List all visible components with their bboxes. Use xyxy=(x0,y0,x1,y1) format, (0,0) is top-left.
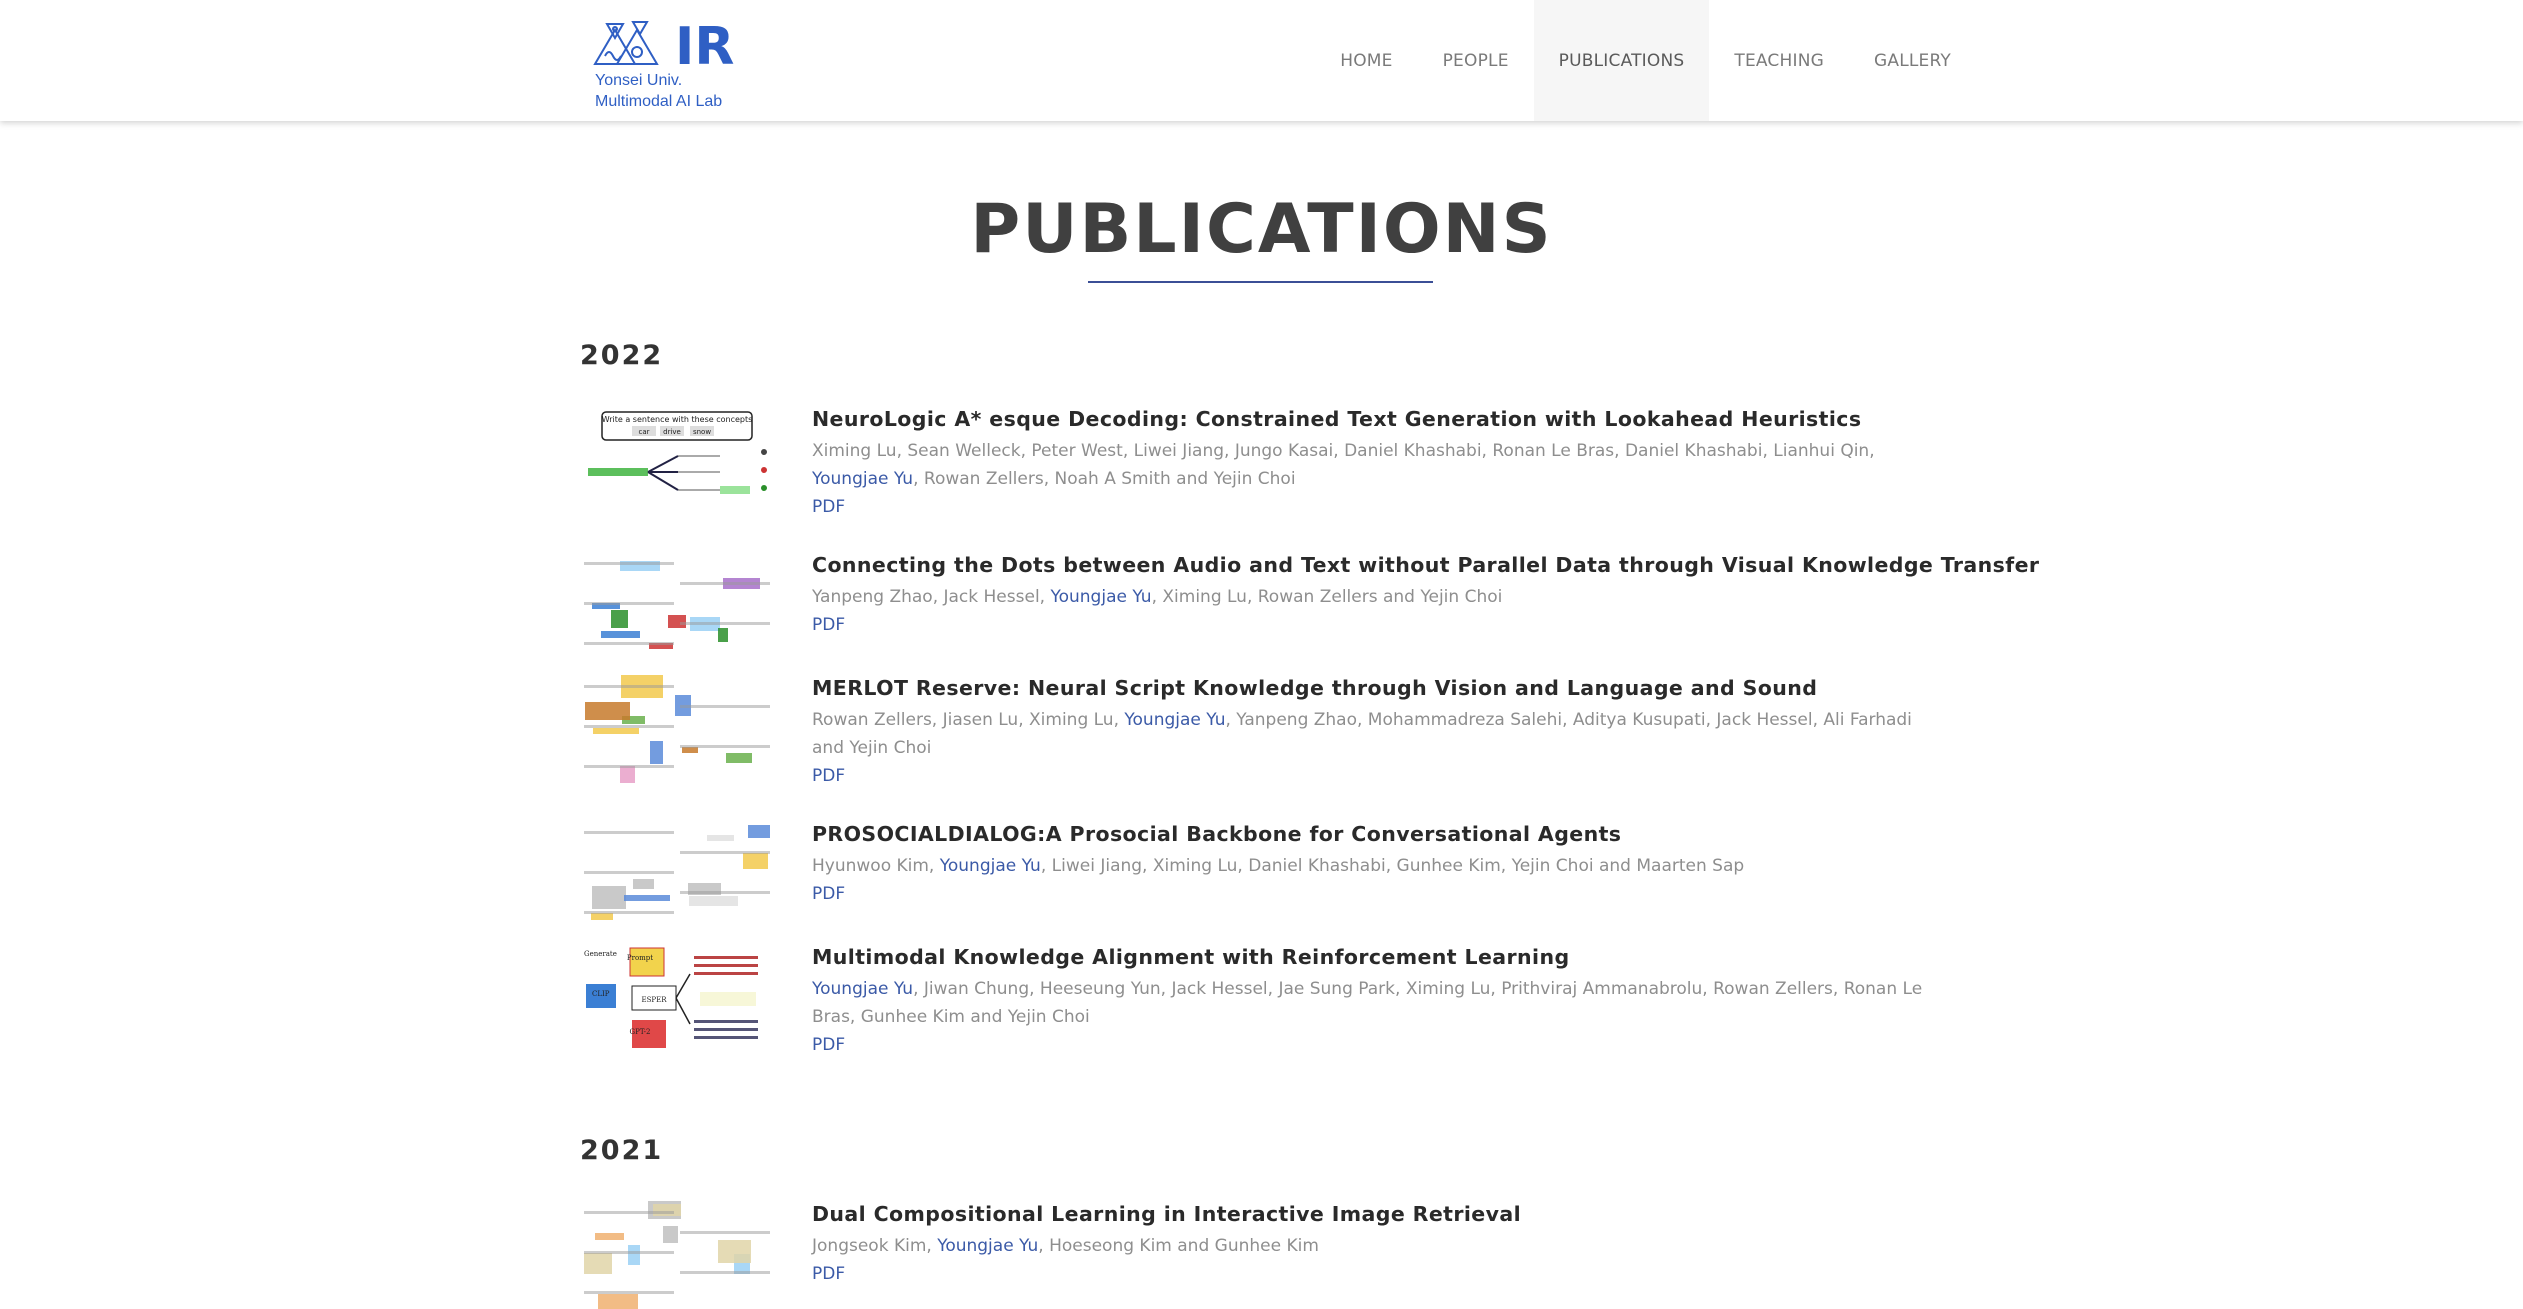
publication-thumbnail[interactable] xyxy=(580,821,776,929)
svg-text:snow: snow xyxy=(693,428,711,436)
publication-title: Multimodal Knowledge Alignment with Rein… xyxy=(812,945,1570,969)
svg-text:Prompt: Prompt xyxy=(627,954,653,962)
publication-thumbnail[interactable] xyxy=(580,1201,776,1309)
publication-details: Multimodal Knowledge Alignment with Rein… xyxy=(812,944,1940,1059)
nav-item-home[interactable]: HOME xyxy=(1315,0,1417,121)
site-header: IR Yonsei Univ. Multimodal AI Lab HOME PE… xyxy=(0,0,2523,121)
logo-triangles-icon: IR xyxy=(593,17,734,70)
year-heading: 2021 xyxy=(580,1135,664,1166)
thumbnail-figure xyxy=(584,825,770,920)
author-list-text: , Jiwan Chung, Heeseung Yun, Jack Hessel… xyxy=(812,979,1923,1027)
lab-name-line2: Multimodal AI Lab xyxy=(595,93,723,110)
author-list-text: Jongseok Kim, xyxy=(812,1236,938,1256)
publication-title: MERLOT Reserve: Neural Script Knowledge … xyxy=(812,676,1818,700)
pdf-link[interactable]: PDF xyxy=(812,762,845,790)
lab-logo[interactable]: IR Yonsei Univ. Multimodal AI Lab xyxy=(593,14,743,114)
author-list-text: , Hoeseong Kim and Gunhee Kim xyxy=(1038,1236,1319,1256)
publication-details: Connecting the Dots between Audio and Te… xyxy=(812,552,2040,639)
publication-details: Dual Compositional Learning in Interacti… xyxy=(812,1201,1940,1288)
lab-name-line1: Yonsei Univ. xyxy=(595,72,683,89)
nav-item-teaching[interactable]: TEACHING xyxy=(1709,0,1849,121)
publication-details: MERLOT Reserve: Neural Script Knowledge … xyxy=(812,675,1940,790)
highlighted-author[interactable]: Youngjae Yu xyxy=(1050,587,1151,607)
nav-item-people[interactable]: PEOPLE xyxy=(1418,0,1534,121)
pdf-link[interactable]: PDF xyxy=(812,1260,845,1288)
pdf-link[interactable]: PDF xyxy=(812,1031,845,1059)
publication-authors: Youngjae Yu, Jiwan Chung, Heeseung Yun, … xyxy=(812,975,1940,1031)
thumbnail-figure: Generate Prompt ESPER CLIP GPT-2 xyxy=(584,947,758,1048)
author-list-text: , Rowan Zellers, Noah A Smith and Yejin … xyxy=(913,469,1296,489)
svg-text:Write a sentence with these co: Write a sentence with these concepts xyxy=(602,415,753,424)
pdf-link[interactable]: PDF xyxy=(812,611,845,639)
publication-thumbnail[interactable]: Generate Prompt ESPER CLIP GPT-2 xyxy=(580,944,776,1052)
author-list-text: Hyunwoo Kim, xyxy=(812,856,940,876)
svg-text:Generate: Generate xyxy=(584,950,617,958)
svg-text:IR: IR xyxy=(675,17,734,70)
publication-title: NeuroLogic A* esque Decoding: Constraine… xyxy=(812,407,1862,431)
svg-text:CLIP: CLIP xyxy=(592,990,610,998)
year-heading: 2022 xyxy=(580,340,664,371)
nav-item-publications[interactable]: PUBLICATIONS xyxy=(1533,0,1710,121)
pdf-link[interactable]: PDF xyxy=(812,880,845,908)
highlighted-author[interactable]: Youngjae Yu xyxy=(937,1236,1038,1256)
publication-thumbnail[interactable] xyxy=(580,675,776,783)
author-list-text: Ximing Lu, Sean Welleck, Peter West, Liw… xyxy=(812,441,1875,461)
author-list-text: , Liwei Jiang, Ximing Lu, Daniel Khashab… xyxy=(1040,856,1745,876)
publication-details: PROSOCIALDIALOG:A Prosocial Backbone for… xyxy=(812,821,1940,908)
author-list-text: Yanpeng Zhao, Jack Hessel, xyxy=(812,587,1051,607)
svg-text:ESPER: ESPER xyxy=(642,996,668,1004)
svg-text:GPT-2: GPT-2 xyxy=(630,1028,651,1036)
highlighted-author[interactable]: Youngjae Yu xyxy=(812,979,913,999)
nav-item-gallery[interactable]: GALLERY xyxy=(1849,0,1976,121)
publication-authors: Hyunwoo Kim, Youngjae Yu, Liwei Jiang, X… xyxy=(812,852,1940,880)
main-nav: HOME PEOPLE PUBLICATIONS TEACHING GALLERY xyxy=(1315,0,1976,121)
thumbnail-figure xyxy=(584,1201,770,1309)
svg-text:drive: drive xyxy=(663,428,681,436)
thumbnail-figure xyxy=(584,561,770,649)
publication-title: Dual Compositional Learning in Interacti… xyxy=(812,1202,1522,1226)
pdf-link[interactable]: PDF xyxy=(812,493,845,521)
highlighted-author[interactable]: Youngjae Yu xyxy=(1124,710,1225,730)
author-list-text: Rowan Zellers, Jiasen Lu, Ximing Lu, xyxy=(812,710,1125,730)
author-list-text: , Ximing Lu, Rowan Zellers and Yejin Cho… xyxy=(1151,587,1503,607)
publication-authors: Rowan Zellers, Jiasen Lu, Ximing Lu, You… xyxy=(812,706,1940,762)
publication-title: Connecting the Dots between Audio and Te… xyxy=(812,553,2040,577)
thumbnail-figure xyxy=(584,675,770,783)
lab-name: Yonsei Univ. Multimodal AI Lab xyxy=(595,70,722,112)
publication-thumbnail[interactable] xyxy=(580,552,776,660)
highlighted-author[interactable]: Youngjae Yu xyxy=(812,469,913,489)
publication-authors: Jongseok Kim, Youngjae Yu, Hoeseong Kim … xyxy=(812,1232,1940,1260)
publication-title: PROSOCIALDIALOG:A Prosocial Backbone for… xyxy=(812,822,1622,846)
highlighted-author[interactable]: Youngjae Yu xyxy=(940,856,1041,876)
publication-thumbnail[interactable]: Write a sentence with these concepts car d… xyxy=(580,406,776,514)
title-underline xyxy=(1088,281,1433,283)
publication-authors: Ximing Lu, Sean Welleck, Peter West, Liw… xyxy=(812,437,1940,493)
thumbnail-figure: Write a sentence with these concepts car d… xyxy=(588,411,767,494)
publication-details: NeuroLogic A* esque Decoding: Constraine… xyxy=(812,406,1940,521)
svg-text:car: car xyxy=(638,428,649,436)
page-title: PUBLICATIONS xyxy=(970,190,1553,269)
publication-authors: Yanpeng Zhao, Jack Hessel, Youngjae Yu, … xyxy=(812,583,1940,611)
